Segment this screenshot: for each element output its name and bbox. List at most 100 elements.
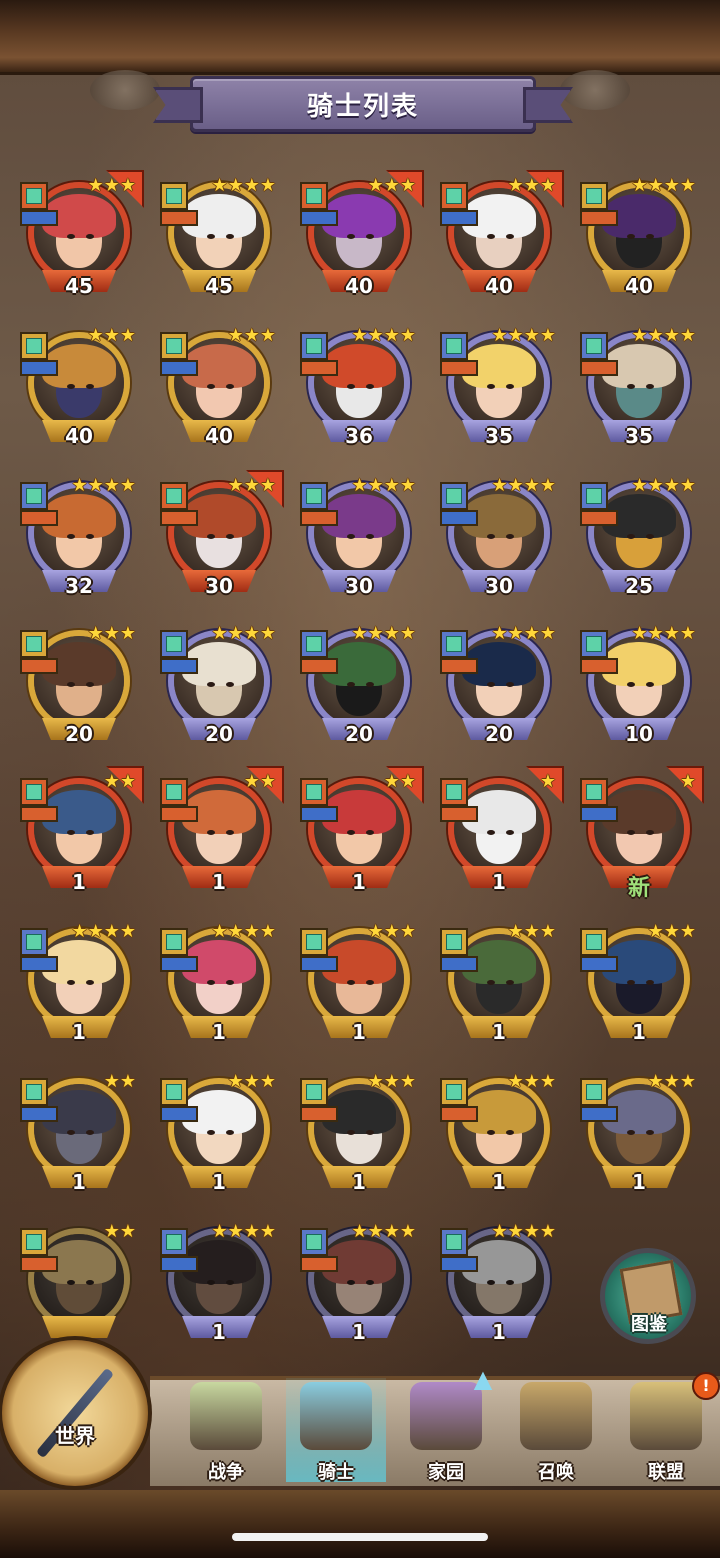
knight-card[interactable]: ★ ★ ★ ★ 45 — [158, 176, 280, 304]
knight-card[interactable]: ★ ★ ★ ★ 35 — [578, 326, 700, 454]
knight-eye — [226, 980, 234, 985]
star-icon: ★ — [119, 1071, 136, 1092]
star-icon: ★ — [119, 325, 136, 346]
knight-eye — [67, 234, 75, 239]
star-rating: ★ ★ ★ — [228, 326, 276, 346]
knight-card[interactable]: ★ ★ ★ 45 — [18, 170, 144, 304]
codex-button[interactable]: 图鉴 — [594, 1238, 704, 1350]
star-icon: ★ — [259, 1221, 276, 1242]
tab-war[interactable]: 战争 — [176, 1378, 276, 1483]
knight-card[interactable]: ★ ★ ★ ★ 35 — [438, 326, 560, 454]
knight-eye — [366, 980, 374, 985]
knight-card[interactable]: ★ ★ ★ 40 — [438, 170, 564, 304]
knight-level: 40 — [485, 274, 513, 298]
class-badge-inner — [166, 488, 182, 504]
knight-card[interactable]: ★ ★ 1 — [18, 1072, 140, 1200]
knight-eye — [207, 534, 215, 539]
knight-card[interactable]: ★ ★ ★ ★ 32 — [18, 476, 140, 604]
knight-card[interactable]: ★ ★ ★ 1 — [298, 922, 420, 1050]
knight-eye — [347, 830, 355, 835]
knight-card[interactable]: ★ ★ ★ 40 — [158, 326, 280, 454]
knight-card[interactable]: ★ ★ ★ ★ 36 — [298, 326, 420, 454]
role-badge-icon — [440, 956, 478, 972]
class-badge-inner — [586, 338, 602, 354]
class-badge-inner — [166, 188, 182, 204]
star-rating: ★ ★ — [384, 772, 416, 792]
knight-card[interactable]: ★ 新 — [578, 766, 704, 901]
star-rating: ★ ★ ★ ★ — [631, 326, 696, 346]
home-indicator[interactable] — [232, 1533, 488, 1541]
class-badge-inner — [26, 934, 42, 950]
star-icon: ★ — [119, 623, 136, 644]
knight-card[interactable]: ★ ★ ★ ★ 30 — [298, 476, 420, 604]
knight-card[interactable]: ★ ★ 1 — [18, 766, 144, 900]
knight-card[interactable]: ★ ★ ★ 1 — [438, 922, 560, 1050]
knight-card[interactable]: ★ ★ ★ ★ 1 — [438, 1222, 560, 1350]
knight-card[interactable]: ★ ★ ★ ★ 20 — [158, 624, 280, 752]
knight-card[interactable]: ★ ★ ★ ★ 1 — [158, 922, 280, 1050]
role-badge-icon — [440, 510, 478, 526]
knight-card[interactable]: ★ ★ ★ 1 — [578, 1072, 700, 1200]
star-icon: ★ — [647, 175, 664, 196]
role-badge-icon — [160, 510, 198, 526]
class-badge-inner — [586, 636, 602, 652]
tab-summon-label: 召唤 — [538, 1462, 574, 1483]
level-plate — [42, 1316, 116, 1338]
knight-card[interactable]: ★ ★ ★ 40 — [298, 170, 424, 304]
tab-knights[interactable]: 骑士 — [286, 1378, 386, 1483]
role-badge-icon — [580, 360, 618, 376]
knight-level: 35 — [485, 424, 513, 448]
knight-card[interactable]: ★ ★ 1 — [298, 766, 424, 900]
knight-card[interactable]: ★ ★ ★ ★ 1 — [18, 922, 140, 1050]
star-rating: ★ ★ ★ — [368, 176, 416, 196]
knight-card[interactable]: ★ ★ ★ 1 — [298, 1072, 420, 1200]
knight-eye — [487, 1280, 495, 1285]
tab-home-label: 家园 — [428, 1462, 464, 1483]
knight-card[interactable]: ★ ★ ★ 1 — [578, 922, 700, 1050]
star-icon: ★ — [647, 325, 664, 346]
star-rating: ★ ★ ★ — [508, 1072, 556, 1092]
class-badge-inner — [166, 636, 182, 652]
star-icon: ★ — [631, 475, 648, 496]
knight-card[interactable]: ★ ★ — [18, 1222, 140, 1350]
star-icon: ★ — [399, 921, 416, 942]
star-rating: ★ ★ ★ — [368, 1072, 416, 1092]
knight-card[interactable]: ★ ★ ★ ★ 25 — [578, 476, 700, 604]
knight-card[interactable]: ★ ★ ★ ★ 40 — [578, 176, 700, 304]
knight-card[interactable]: ★ 1 — [438, 766, 564, 900]
star-rating: ★ ★ ★ ★ — [351, 326, 416, 346]
class-badge-icon — [300, 1078, 328, 1106]
class-badge-icon — [20, 630, 48, 658]
tab-home[interactable]: 家园 — [396, 1378, 496, 1483]
class-badge-icon — [440, 1228, 468, 1256]
star-icon: ★ — [647, 475, 664, 496]
knight-card[interactable]: ★ ★ ★ 1 — [438, 1072, 560, 1200]
role-badge-icon — [160, 1106, 198, 1122]
knight-eye — [226, 234, 234, 239]
class-badge-icon — [160, 332, 188, 360]
knight-card[interactable]: ★ ★ ★ 1 — [158, 1072, 280, 1200]
knight-level: 20 — [65, 722, 93, 746]
tab-summon[interactable]: 召唤 — [506, 1378, 606, 1483]
knight-card[interactable]: ★ ★ ★ 30 — [158, 470, 284, 604]
knight-card[interactable]: ★ ★ ★ 40 — [18, 326, 140, 454]
star-icon: ★ — [351, 623, 368, 644]
knight-card[interactable]: ★ ★ ★ ★ 20 — [298, 624, 420, 752]
knight-card[interactable]: ★ ★ ★ ★ 30 — [438, 476, 560, 604]
knight-card[interactable]: ★ ★ ★ ★ 1 — [158, 1222, 280, 1350]
knight-card[interactable]: ★ ★ ★ ★ 10 — [578, 624, 700, 752]
knight-card[interactable]: ★ ★ ★ 20 — [18, 624, 140, 752]
role-badge-icon — [300, 360, 338, 376]
star-icon: ★ — [383, 175, 400, 196]
knight-level: 32 — [65, 574, 93, 598]
world-compass-button[interactable]: 世界 — [2, 1340, 148, 1486]
class-badge-icon — [20, 928, 48, 956]
bottom-wood-bar — [0, 1490, 720, 1558]
knight-card[interactable]: ★ ★ ★ ★ 1 — [298, 1222, 420, 1350]
role-badge-icon — [20, 510, 58, 526]
knight-card[interactable]: ★ ★ ★ ★ 20 — [438, 624, 560, 752]
knight-level: 20 — [345, 722, 373, 746]
knight-card[interactable]: ★ ★ 1 — [158, 766, 284, 900]
class-badge-icon — [20, 182, 48, 210]
star-icon: ★ — [679, 175, 696, 196]
